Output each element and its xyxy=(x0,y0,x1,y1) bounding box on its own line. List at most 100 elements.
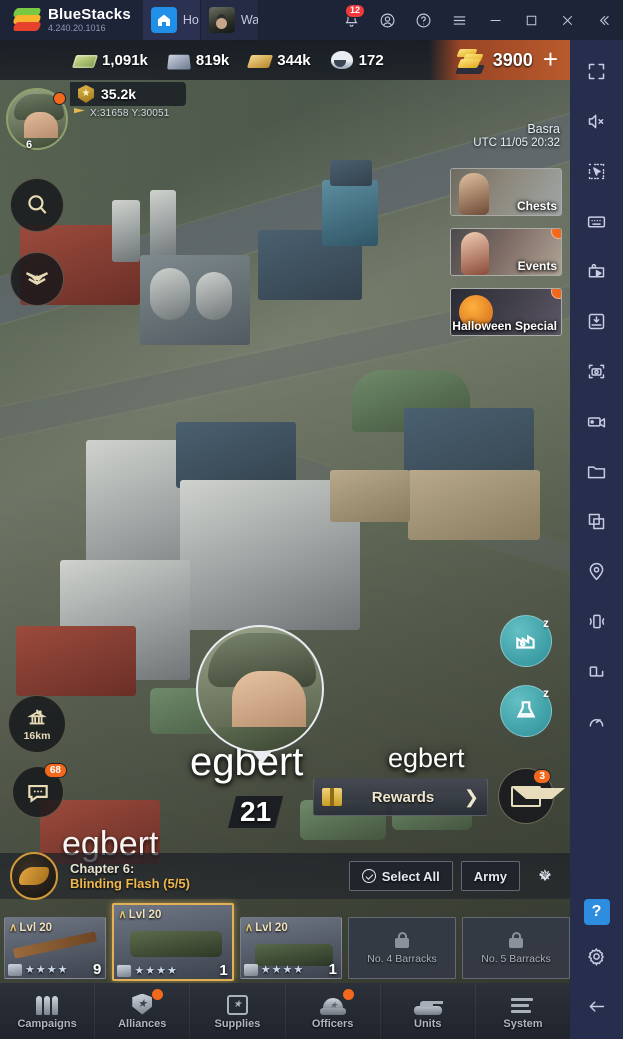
player-name-secondary: egbert xyxy=(388,743,465,773)
app-version: 4.240.20.1016 xyxy=(48,22,106,33)
help-label: ? xyxy=(591,903,602,920)
avatar-level: 6 xyxy=(26,139,33,151)
eco-mode-icon[interactable] xyxy=(574,696,620,746)
folder-icon[interactable] xyxy=(574,446,620,496)
collapse-sidebar-button[interactable] xyxy=(585,0,621,40)
unit-card-selected[interactable]: ∧ Lvl 20 ★ ★ ★ ★ 1 xyxy=(112,903,234,981)
mail-button[interactable]: 3 xyxy=(498,768,565,824)
rotate-icon[interactable] xyxy=(574,646,620,696)
select-all-button[interactable]: Select All xyxy=(348,861,453,891)
shake-icon[interactable] xyxy=(574,596,620,646)
player-avatar-button[interactable]: 6 xyxy=(6,88,68,151)
player-level-badge: 21 xyxy=(228,796,283,828)
resource-steel-value: 819k xyxy=(195,51,230,69)
resource-bar: 1,091k 819k 344k 172 3900 + xyxy=(0,40,570,80)
back-icon[interactable] xyxy=(574,981,620,1031)
event-card-events-label: Events xyxy=(517,259,557,274)
minimize-button[interactable] xyxy=(477,0,513,40)
flag-icon xyxy=(74,108,85,119)
unit-card[interactable]: ∧ Lvl 20 ★ ★ ★ ★ 1 xyxy=(239,917,343,979)
base-teleport-button[interactable]: 16km xyxy=(8,695,66,753)
help-button[interactable] xyxy=(405,0,441,40)
resource-oil[interactable]: 344k xyxy=(247,52,311,69)
factory-zzz-icon xyxy=(516,634,535,649)
game-screen[interactable]: 1,091k 819k 344k 172 3900 + 6 ★ 35.2k X:… xyxy=(0,40,570,1039)
window-body: 1,091k 819k 344k 172 3900 + 6 ★ 35.2k X:… xyxy=(0,40,623,1039)
help-icon[interactable]: ? xyxy=(583,899,610,925)
resource-steel[interactable]: 819k xyxy=(166,51,230,69)
oil-icon xyxy=(247,55,274,68)
nav-supplies-label: Supplies xyxy=(214,1017,261,1030)
record-icon[interactable] xyxy=(574,396,620,446)
steel-icon xyxy=(166,54,191,69)
chevron-down-icon[interactable]: ✵ xyxy=(528,861,562,891)
search-button[interactable] xyxy=(10,178,64,232)
gold-panel[interactable]: 3900 + xyxy=(428,40,570,80)
event-card-halloween[interactable]: Halloween Special xyxy=(450,288,562,336)
zzz-indicator: z xyxy=(543,616,549,630)
chapter-medal-icon[interactable] xyxy=(10,852,58,900)
maximize-button[interactable] xyxy=(513,0,549,40)
lock-icon xyxy=(395,931,410,948)
player-coords[interactable]: X:31658 Y:30051 xyxy=(70,108,186,119)
nav-alliances[interactable]: Alliances xyxy=(95,983,191,1039)
nav-system[interactable]: System xyxy=(476,983,570,1039)
tab-home[interactable]: Ho xyxy=(142,0,201,40)
resource-manpower[interactable]: 172 xyxy=(330,51,384,69)
mute-icon[interactable] xyxy=(574,96,620,146)
unit-card-locked[interactable]: No. 5 Barracks xyxy=(462,917,570,979)
nav-officers[interactable]: ★ Officers xyxy=(286,983,381,1039)
rank-button[interactable] xyxy=(10,252,64,306)
macro-play-icon[interactable] xyxy=(574,246,620,296)
close-button[interactable] xyxy=(549,0,585,40)
crate-icon xyxy=(226,993,248,1015)
menu-button[interactable] xyxy=(441,0,477,40)
keyboard-icon[interactable] xyxy=(574,196,620,246)
player-power[interactable]: 35.2k xyxy=(70,82,186,106)
research-idle-button[interactable]: z xyxy=(500,685,552,737)
event-card-events[interactable]: Events xyxy=(450,228,562,276)
location-icon[interactable] xyxy=(574,546,620,596)
apk-install-icon[interactable] xyxy=(574,296,620,346)
event-card-chests-label: Chests xyxy=(516,199,557,214)
resource-cash-value: 1,091k xyxy=(102,51,148,69)
gold-add-button[interactable]: + xyxy=(541,46,562,75)
notification-bell-button[interactable]: 12 xyxy=(333,0,369,40)
tab-strip: Ho Wa xyxy=(142,0,259,40)
event-card-list: Chests Events Halloween Special xyxy=(450,168,562,336)
resource-cash[interactable]: 1,091k xyxy=(71,51,148,69)
gold-bars-icon xyxy=(454,46,485,74)
chapter-buttons: Select All Army ✵ xyxy=(348,861,570,891)
hero-portrait[interactable] xyxy=(196,625,324,764)
unit-card[interactable]: ∧ Lvl 20 ★ ★ ★ ★ 9 xyxy=(4,917,107,979)
manpower-icon xyxy=(330,51,353,69)
event-card-chests[interactable]: Chests xyxy=(450,168,562,216)
factory-idle-button[interactable]: z xyxy=(500,615,552,667)
nav-system-label: System xyxy=(503,1017,543,1030)
chapter-subtitle: Blinding Flash (5/5) xyxy=(70,876,190,891)
nav-campaigns[interactable]: Campaigns xyxy=(0,983,96,1039)
nav-units[interactable]: Units xyxy=(381,983,476,1039)
nav-officers-label: Officers xyxy=(311,1017,354,1030)
unit-card-locked[interactable]: No. 4 Barracks xyxy=(348,917,457,979)
select-all-label: Select All xyxy=(381,868,440,884)
fullscreen-icon[interactable] xyxy=(574,46,620,96)
account-button[interactable] xyxy=(369,0,405,40)
nav-supplies[interactable]: Supplies xyxy=(190,983,286,1039)
bottom-navigation: Campaigns Alliances Supplies ★ Officer xyxy=(0,983,570,1039)
tab-game[interactable]: Wa xyxy=(200,0,259,40)
multi-instance-icon[interactable] xyxy=(574,496,620,546)
locked-barracks-label: No. 5 Barracks xyxy=(481,952,551,965)
hero-pointer xyxy=(252,751,272,764)
rewards-button[interactable]: Rewards ❯ xyxy=(313,778,488,816)
cursor-select-icon[interactable] xyxy=(574,146,620,196)
army-button[interactable]: Army xyxy=(460,861,520,891)
settings-icon[interactable] xyxy=(574,931,620,981)
chat-button[interactable]: 68 xyxy=(12,763,67,818)
unit-count: 1 xyxy=(219,962,228,979)
titlebar-controls: 12 xyxy=(333,0,623,40)
shield-icon xyxy=(132,993,153,1015)
screenshot-icon[interactable] xyxy=(574,346,620,396)
magnifier-icon xyxy=(28,195,47,214)
player-coords-value: X:31658 Y:30051 xyxy=(90,108,170,119)
